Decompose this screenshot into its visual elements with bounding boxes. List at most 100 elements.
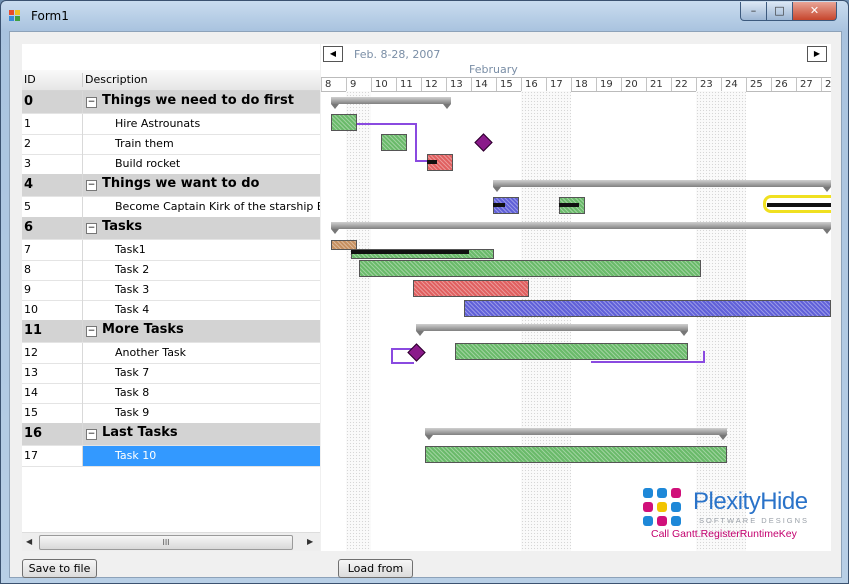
- cell-divider: [82, 403, 83, 423]
- column-header-description[interactable]: Description: [85, 73, 148, 86]
- previous-period-button[interactable]: ◀: [323, 46, 343, 62]
- task-row[interactable]: 10 Task 4: [22, 300, 320, 321]
- date-range-label: Feb. 8-28, 2007: [354, 48, 441, 61]
- runtime-key-message: Call Gantt.RegisterRuntimeKey: [651, 528, 797, 540]
- group-row[interactable]: 4 − Things we want to do: [22, 174, 320, 197]
- gantt-chart[interactable]: ◀ Feb. 8-28, 2007 ▶ February 8 9 10 11 12 13 1…: [321, 44, 831, 551]
- day-cell: 18: [571, 78, 596, 91]
- task-row[interactable]: 2 Train them: [22, 134, 320, 155]
- plexityhide-logo-icon: [643, 488, 681, 526]
- day-cell: 9: [346, 78, 371, 91]
- collapse-toggle-icon[interactable]: −: [86, 429, 97, 440]
- progress-line: [351, 250, 469, 254]
- day-cell: 16: [521, 78, 546, 91]
- day-cell: 19: [596, 78, 621, 91]
- cell-divider: [82, 446, 83, 466]
- next-period-button[interactable]: ▶: [807, 46, 827, 62]
- row-description: Task 4: [115, 303, 150, 316]
- save-to-file-button[interactable]: Save to file: [22, 559, 97, 578]
- scroll-right-arrow-icon[interactable]: ▶: [307, 537, 313, 546]
- group-row[interactable]: 11 − More Tasks: [22, 320, 320, 343]
- task-bar-task-2[interactable]: [359, 260, 701, 277]
- task-row[interactable]: 3 Build rocket: [22, 154, 320, 175]
- row-description: Hire Astrounats: [115, 117, 201, 130]
- weekend-shading: [521, 91, 571, 551]
- maximize-button[interactable]: □: [766, 2, 793, 21]
- summary-bar-things-want[interactable]: [493, 180, 831, 192]
- task-bar-train-them[interactable]: [381, 134, 407, 151]
- row-id: 4: [24, 177, 34, 192]
- day-cell: 15: [496, 78, 521, 91]
- row-id: 7: [24, 243, 31, 256]
- task-row[interactable]: 15 Task 9: [22, 403, 320, 424]
- row-id: 8: [24, 263, 31, 276]
- logo-wordmark: PlexityHide: [693, 488, 808, 516]
- application-window: Form1 – □ ✕ ID Description 0− Things we n…: [0, 0, 849, 584]
- task-bar-hire-astronauts[interactable]: [331, 114, 357, 131]
- group-row[interactable]: 0 − Things we need to do first: [22, 91, 320, 114]
- month-label: February: [469, 63, 518, 76]
- cell-divider: [82, 114, 83, 134]
- summary-bar-more-tasks[interactable]: [416, 324, 688, 336]
- milestone-diamond[interactable]: [474, 133, 493, 152]
- weekend-shading: [696, 91, 746, 551]
- dependency-link: [591, 351, 705, 363]
- scroll-left-arrow-icon[interactable]: ◀: [26, 537, 32, 546]
- cell-divider: [82, 300, 83, 320]
- task-row[interactable]: 5 Become Captain Kirk of the starship Ent…: [22, 197, 320, 218]
- logo-wordmark-part: Plexity: [693, 488, 761, 515]
- task-bar-task-3[interactable]: [413, 280, 529, 297]
- progress-line: [559, 203, 579, 207]
- collapse-toggle-icon[interactable]: −: [86, 326, 97, 337]
- collapse-toggle-icon[interactable]: −: [86, 97, 97, 108]
- column-divider[interactable]: [82, 73, 83, 87]
- summary-bar-last-tasks[interactable]: [425, 428, 727, 440]
- task-row[interactable]: 9 Task 3: [22, 280, 320, 301]
- grid-horizontal-scrollbar[interactable]: ◀ III ▶: [22, 532, 320, 551]
- row-description: Build rocket: [115, 157, 181, 170]
- row-id: 2: [24, 137, 31, 150]
- task-row[interactable]: 17 Task 10: [22, 446, 320, 467]
- day-cell: 22: [671, 78, 696, 91]
- load-from-button[interactable]: Load from: [338, 559, 413, 578]
- dependency-link: [415, 160, 427, 162]
- row-id: 16: [24, 426, 43, 441]
- task-grid[interactable]: ID Description 0− Things we need to do fi…: [22, 44, 320, 551]
- collapse-toggle-icon[interactable]: −: [86, 223, 97, 234]
- task-bar-task-10[interactable]: [425, 446, 727, 463]
- day-cell: 14: [471, 78, 496, 91]
- group-row[interactable]: 16 − Last Tasks: [22, 423, 320, 446]
- row-id: 14: [24, 386, 38, 399]
- task-row[interactable]: 12 Another Task: [22, 343, 320, 364]
- task-row[interactable]: 13 Task 7: [22, 363, 320, 384]
- close-button[interactable]: ✕: [792, 2, 837, 21]
- progress-line: [427, 160, 437, 164]
- task-row[interactable]: 8 Task 2: [22, 260, 320, 281]
- task-bar-task-4[interactable]: [464, 300, 831, 317]
- row-id: 17: [24, 449, 38, 462]
- summary-bar-things-first[interactable]: [331, 97, 451, 109]
- row-id: 10: [24, 303, 38, 316]
- logo-subtitle: SOFTWARE DESIGNS: [699, 516, 810, 525]
- form-client-area: ID Description 0− Things we need to do fi…: [9, 31, 842, 578]
- cell-divider: [82, 240, 83, 260]
- row-description: Task 8: [115, 386, 150, 399]
- task-row[interactable]: 14 Task 8: [22, 383, 320, 404]
- day-cell: 17: [546, 78, 571, 91]
- row-id: 12: [24, 346, 38, 359]
- task-row[interactable]: 7 Task1: [22, 240, 320, 261]
- scroll-thumb[interactable]: III: [39, 535, 293, 550]
- row-id: 3: [24, 157, 31, 170]
- task-row[interactable]: 1 Hire Astrounats: [22, 114, 320, 135]
- day-cell: 13: [446, 78, 471, 91]
- summary-bar-tasks[interactable]: [331, 222, 831, 234]
- collapse-toggle-icon[interactable]: −: [86, 180, 97, 191]
- day-cell: 20: [621, 78, 646, 91]
- group-row[interactable]: 6 − Tasks: [22, 217, 320, 240]
- minimize-button[interactable]: –: [740, 2, 767, 21]
- day-cell: 24: [721, 78, 746, 91]
- column-header-id[interactable]: ID: [24, 73, 36, 86]
- grid-header: ID Description: [22, 70, 320, 91]
- cell-divider: [82, 91, 83, 113]
- title-bar[interactable]: Form1 – □ ✕: [1, 1, 848, 31]
